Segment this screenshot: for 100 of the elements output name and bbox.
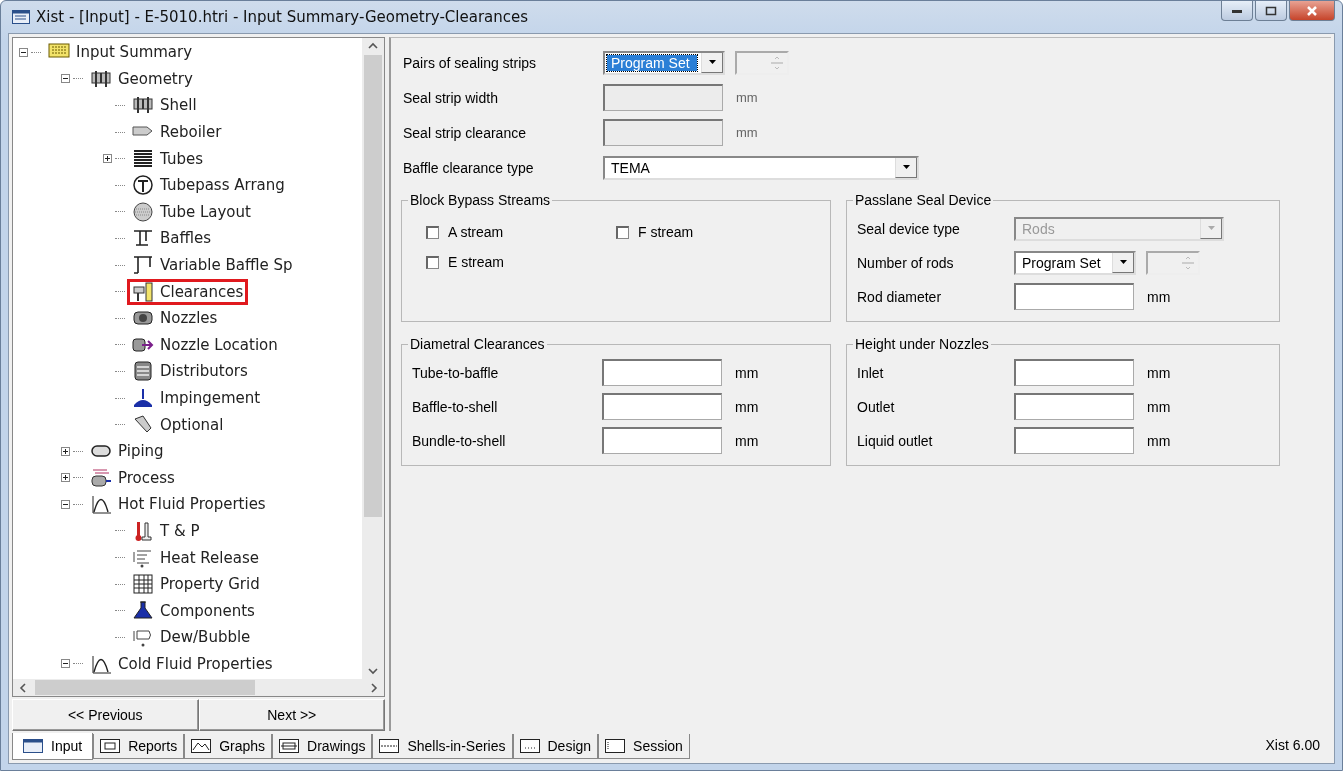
tree-item[interactable]: Tubepass Arrang: [127, 172, 290, 199]
tab-icon: [519, 739, 540, 753]
tree-item[interactable]: T & P: [127, 518, 205, 544]
tab[interactable]: Drawings: [272, 734, 373, 759]
version-label: Xist 6.00: [1265, 736, 1320, 753]
caret-icon: [1206, 225, 1216, 231]
dotted-circle-icon: [132, 200, 154, 223]
tree-item[interactable]: Impingement: [127, 385, 266, 411]
tab[interactable]: Session: [598, 734, 690, 759]
tab[interactable]: Reports: [93, 734, 185, 759]
field-label: Seal strip clearance: [403, 124, 527, 141]
nav-button[interactable]: << Previous: [12, 699, 199, 731]
input-field[interactable]: [1014, 393, 1134, 420]
tab[interactable]: Shells-in-Series: [372, 734, 513, 759]
tree-item[interactable]: Optional: [127, 411, 229, 438]
tree-item[interactable]: Baffles: [127, 225, 217, 252]
close-button[interactable]: [1289, 1, 1335, 21]
tree-item[interactable]: Cold Fluid Properties: [85, 650, 278, 677]
checkbox[interactable]: E stream: [426, 254, 616, 270]
minimize-button[interactable]: [1221, 1, 1253, 21]
collapse-icon[interactable]: [61, 499, 70, 509]
input-field[interactable]: [602, 427, 722, 454]
caret-icon: [901, 164, 911, 170]
horizontal-scrollbar[interactable]: [13, 679, 384, 696]
tree-item[interactable]: Input Summary: [43, 39, 198, 66]
expand-icon[interactable]: [61, 473, 70, 483]
input-field[interactable]: [1014, 283, 1134, 310]
nav-button[interactable]: Next >>: [198, 699, 385, 731]
tree-item[interactable]: Shell: [127, 92, 202, 119]
close-icon: [1305, 4, 1319, 17]
scroll-left-icon[interactable]: [19, 682, 27, 693]
grid-icon: [132, 573, 154, 596]
checkbox[interactable]: F stream: [616, 224, 806, 240]
unit-label: mm: [736, 125, 758, 140]
scroll-up-icon[interactable]: [368, 42, 378, 49]
scroll-down-icon[interactable]: [368, 668, 378, 675]
expand-icon[interactable]: [61, 446, 70, 456]
collapse-icon[interactable]: [61, 659, 70, 669]
dropdown[interactable]: Program Set: [603, 50, 725, 75]
tab-icon: [191, 739, 212, 753]
field-label: Tube-to-baffle: [412, 364, 500, 381]
tab-icon: [379, 739, 400, 753]
unit-label: mm: [735, 432, 759, 449]
checkbox[interactable]: A stream: [426, 224, 616, 240]
tab[interactable]: Design: [512, 734, 599, 759]
caret-icon: [707, 59, 717, 65]
tree-item[interactable]: Nozzles: [127, 305, 223, 332]
tree-item[interactable]: Process: [85, 464, 180, 491]
tree-item[interactable]: Tube Layout: [127, 198, 256, 225]
tree-item[interactable]: Reboiler: [127, 119, 227, 146]
group-title: Diametral Clearances: [409, 336, 546, 352]
tree-item[interactable]: Geometry: [85, 65, 198, 92]
curve-icon: [90, 493, 112, 516]
tubes-icon: [132, 147, 154, 170]
input-field[interactable]: [602, 393, 722, 420]
field-label: Liquid outlet: [857, 432, 934, 449]
tree-item[interactable]: Tubes: [127, 145, 208, 172]
unit-label: mm: [1147, 288, 1171, 305]
window-title: Xist - [Input] - E-5010.htri - Input Summary-Geometry-Clearances: [36, 8, 530, 26]
field-label: Inlet: [857, 364, 885, 381]
collapse-icon[interactable]: [19, 47, 28, 57]
input-field[interactable]: [1014, 359, 1134, 386]
field-label: Baffle clearance type: [403, 159, 535, 176]
expand-icon[interactable]: [103, 154, 112, 164]
tab-icon: [23, 739, 43, 753]
unit-label: mm: [1147, 398, 1171, 415]
scroll-right-icon[interactable]: [370, 682, 378, 693]
dropdown[interactable]: TEMA: [603, 155, 919, 180]
collapse-icon[interactable]: [61, 74, 70, 84]
field-label: Pairs of sealing strips: [403, 54, 538, 71]
app-icon: [12, 10, 30, 24]
tree-item[interactable]: Clearances: [127, 278, 249, 305]
tab[interactable]: Graphs: [184, 734, 273, 759]
tree-item[interactable]: Nozzle Location: [127, 331, 283, 358]
tab-icon: [279, 739, 300, 753]
input-field[interactable]: [1014, 427, 1134, 454]
circle-icon: [132, 174, 154, 197]
scrollbar-thumb[interactable]: [35, 680, 255, 695]
group-title: Passlane Seal Device: [854, 192, 993, 208]
tree-item[interactable]: Distributors: [127, 358, 253, 385]
field-label: Baffle-to-shell: [412, 398, 499, 415]
tree-item[interactable]: Variable Baffle Sp: [127, 252, 298, 279]
field-label: Bundle-to-shell: [412, 432, 507, 449]
input-field[interactable]: [602, 359, 722, 386]
tab[interactable]: Input: [12, 733, 94, 760]
dropdown[interactable]: Program Set: [1014, 250, 1136, 275]
tree-item[interactable]: Components: [127, 597, 260, 624]
tree-item[interactable]: Dew/Bubble: [127, 624, 256, 651]
tree-item[interactable]: Piping: [85, 438, 169, 465]
tree-item[interactable]: Property Grid: [127, 571, 265, 598]
tree-item[interactable]: Hot Fluid Properties: [85, 491, 271, 518]
maximize-button[interactable]: [1255, 1, 1287, 21]
maximize-icon: [1265, 5, 1277, 16]
unit-label: mm: [735, 364, 759, 381]
flask-icon: [132, 599, 154, 622]
vertical-scrollbar[interactable]: [362, 38, 384, 679]
tree-item[interactable]: Heat Release: [127, 544, 264, 571]
scrollbar-thumb[interactable]: [364, 55, 382, 517]
field-label: Outlet: [857, 398, 896, 415]
stack-icon: [132, 360, 154, 383]
